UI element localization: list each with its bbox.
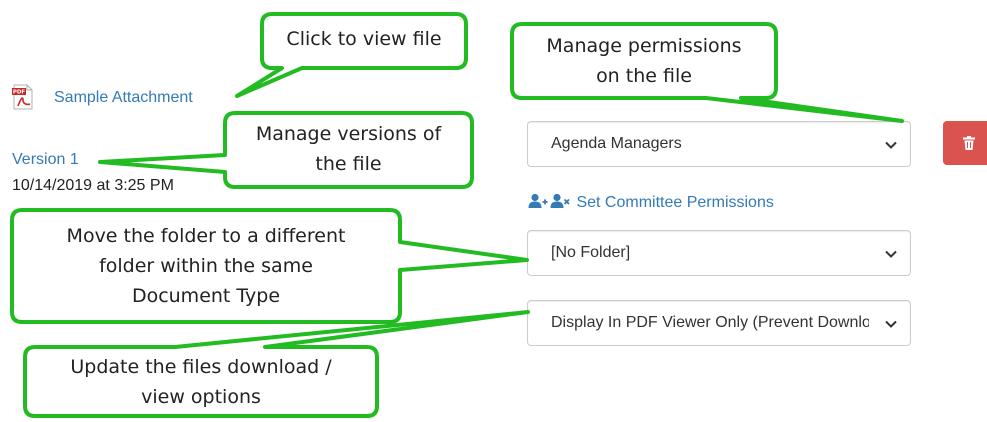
callout-download-line2: view options — [141, 386, 261, 408]
callout-permissions-line1: Manage permissions — [546, 35, 742, 57]
version-date: 10/14/2019 at 3:25 PM — [12, 177, 174, 194]
download-options-select[interactable]: Display In PDF Viewer Only (Prevent Down… — [527, 300, 911, 346]
pdf-file-icon: PDF — [12, 84, 33, 110]
trash-icon — [963, 136, 975, 150]
callout-versions: Manage versions of the file — [225, 119, 472, 179]
svg-text:PDF: PDF — [13, 90, 26, 96]
folder-select[interactable]: [No Folder] — [527, 230, 911, 276]
chevron-down-icon — [885, 320, 897, 328]
chevron-down-icon — [885, 141, 897, 149]
callout-permissions-line2: on the file — [596, 65, 692, 87]
callout-move-line1: Move the folder to a different — [66, 225, 346, 247]
callout-move-line2: folder within the same — [99, 255, 313, 277]
callout-view-file-text: Click to view file — [286, 28, 442, 50]
callout-move-line3: Document Type — [131, 285, 281, 307]
remove-user-icon — [550, 193, 570, 208]
add-user-icon — [528, 193, 548, 208]
attachment-link[interactable]: Sample Attachment — [54, 89, 193, 107]
callout-versions-line2: the file — [315, 153, 382, 175]
callout-move: Move the folder to a different folder wi… — [12, 221, 400, 311]
permissions-select[interactable]: Agenda Managers — [527, 121, 911, 167]
callout-view-file: Click to view file — [262, 24, 466, 54]
version-link[interactable]: Version 1 — [12, 151, 79, 169]
permissions-select-value: Agenda Managers — [551, 135, 682, 152]
set-committee-permissions-label: Set Committee Permissions — [576, 194, 774, 211]
folder-select-value: [No Folder] — [551, 244, 631, 261]
download-options-select-value: Display In PDF Viewer Only (Prevent Down… — [551, 314, 869, 331]
chevron-down-icon — [885, 250, 897, 258]
delete-button[interactable] — [943, 121, 987, 165]
callout-versions-line1: Manage versions of — [255, 123, 442, 145]
callout-download-line1: Update the files download / — [70, 356, 332, 378]
callout-permissions: Manage permissions on the file — [512, 31, 776, 91]
callout-download: Update the files download / view options — [25, 352, 377, 412]
set-committee-permissions-link[interactable]: Set Committee Permissions — [528, 193, 774, 212]
